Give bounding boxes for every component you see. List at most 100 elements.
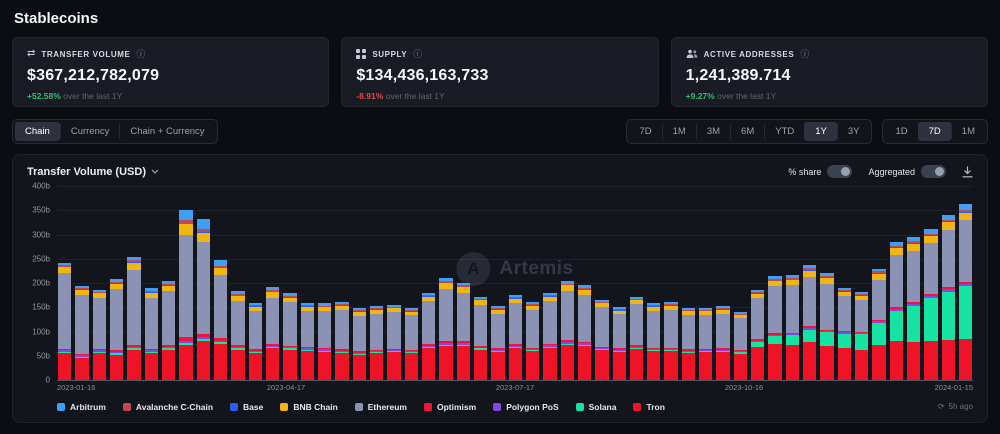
segment-solana [855,334,868,350]
bar-2023-02-13[interactable] [127,186,140,380]
share-toggle[interactable] [827,165,852,178]
bar-2023-11-27[interactable] [838,186,851,380]
info-icon[interactable]: ⓘ [136,50,145,59]
bar-2023-08-28[interactable] [613,186,626,380]
bar-2024-01-15[interactable] [959,186,972,380]
download-icon[interactable] [962,166,973,178]
granularity-tab-1d[interactable]: 1D [885,122,917,141]
legend-label: Base [243,402,263,412]
segment-ethereum [405,315,418,350]
range-tab-ytd[interactable]: YTD [764,122,804,141]
segment-tron [145,353,158,380]
bar-2023-12-04[interactable] [855,186,868,380]
bar-2023-10-30[interactable] [768,186,781,380]
aggregated-toggle[interactable] [921,165,946,178]
segment-tron [959,339,972,380]
range-tab-6m[interactable]: 6M [730,122,764,141]
bar-2023-06-12[interactable] [422,186,435,380]
info-icon[interactable]: ⓘ [413,50,422,59]
bar-2023-09-11[interactable] [647,186,660,380]
legend-item-tron[interactable]: Tron [633,402,664,412]
segment-ethereum [716,314,729,349]
bar-2023-01-30[interactable] [93,186,106,380]
bar-2023-10-23[interactable] [751,186,764,380]
bar-2023-11-13[interactable] [803,186,816,380]
chart-title-dropdown[interactable]: Transfer Volume (USD) [27,166,159,178]
bar-2023-10-02[interactable] [699,186,712,380]
view-tab-chain[interactable]: Chain [15,122,60,141]
bar-2023-12-25[interactable] [907,186,920,380]
bar-2023-02-27[interactable] [162,186,175,380]
bar-2023-02-06[interactable] [110,186,123,380]
bar-2023-03-27[interactable] [231,186,244,380]
bar-2023-07-03[interactable] [474,186,487,380]
bar-2023-04-17[interactable] [283,186,296,380]
segment-tron [335,353,348,380]
segment-ethereum [93,298,106,349]
bar-2023-01-16[interactable] [58,186,71,380]
view-tab-chain-currency[interactable]: Chain + Currency [119,122,214,141]
info-icon[interactable]: ⓘ [800,50,809,59]
bar-2023-06-19[interactable] [439,186,452,380]
bar-2023-07-10[interactable] [491,186,504,380]
segment-tron [58,353,71,380]
bar-2023-05-08[interactable] [335,186,348,380]
grid-icon [356,49,366,59]
legend-item-arbitrum[interactable]: Arbitrum [57,402,106,412]
bar-2023-09-18[interactable] [664,186,677,380]
range-tab-1y[interactable]: 1Y [804,122,837,141]
bar-2023-05-01[interactable] [318,186,331,380]
stat-value: $134,436,163,733 [356,67,643,85]
legend-item-optimism[interactable]: Optimism [424,402,476,412]
legend-item-avalanche-c-chain[interactable]: Avalanche C-Chain [123,402,213,412]
bar-2024-01-01[interactable] [924,186,937,380]
bar-2023-11-06[interactable] [786,186,799,380]
segment-tron [127,350,140,380]
bar-2023-06-26[interactable] [457,186,470,380]
legend-item-base[interactable]: Base [230,402,263,412]
bar-2023-04-24[interactable] [301,186,314,380]
bar-2023-05-15[interactable] [353,186,366,380]
segment-ethereum [872,280,885,320]
legend-item-solana[interactable]: Solana [576,402,617,412]
bar-2023-04-03[interactable] [249,186,262,380]
bar-2023-07-31[interactable] [543,186,556,380]
bar-2023-10-16[interactable] [734,186,747,380]
bar-2023-01-23[interactable] [75,186,88,380]
bar-2023-05-22[interactable] [370,186,383,380]
bar-2023-07-17[interactable] [509,186,522,380]
bar-2023-08-07[interactable] [561,186,574,380]
bar-2023-12-18[interactable] [890,186,903,380]
range-tab-1m[interactable]: 1M [662,122,696,141]
bnb-chain-color-swatch [280,403,288,411]
bar-2023-02-20[interactable] [145,186,158,380]
view-tab-currency[interactable]: Currency [60,122,120,141]
range-tab-7d[interactable]: 7D [629,122,661,141]
bar-2024-01-08[interactable] [942,186,955,380]
bar-2023-11-20[interactable] [820,186,833,380]
legend-item-polygon-pos[interactable]: Polygon PoS [493,402,558,412]
segment-ethereum [664,310,677,348]
range-tab-3m[interactable]: 3M [696,122,730,141]
bar-2023-09-25[interactable] [682,186,695,380]
legend-item-ethereum[interactable]: Ethereum [355,402,407,412]
granularity-tab-7d[interactable]: 7D [918,122,951,141]
bar-2023-03-13[interactable] [197,186,210,380]
bar-2023-09-04[interactable] [630,186,643,380]
bar-2023-12-11[interactable] [872,186,885,380]
bar-2023-05-29[interactable] [387,186,400,380]
stat-label: ACTIVE ADDRESSES [704,50,795,59]
bar-2023-10-09[interactable] [716,186,729,380]
segment-solana [959,286,972,338]
bar-2023-08-14[interactable] [578,186,591,380]
bar-2023-03-20[interactable] [214,186,227,380]
granularity-tab-1m[interactable]: 1M [951,122,985,141]
bar-2023-06-05[interactable] [405,186,418,380]
bar-2023-08-21[interactable] [595,186,608,380]
bar-2023-07-24[interactable] [526,186,539,380]
range-tab-3y[interactable]: 3Y [837,122,870,141]
legend-item-bnb-chain[interactable]: BNB Chain [280,402,337,412]
bar-2023-04-10[interactable] [266,186,279,380]
bar-2023-03-06[interactable] [179,186,192,380]
segment-tron [266,348,279,380]
